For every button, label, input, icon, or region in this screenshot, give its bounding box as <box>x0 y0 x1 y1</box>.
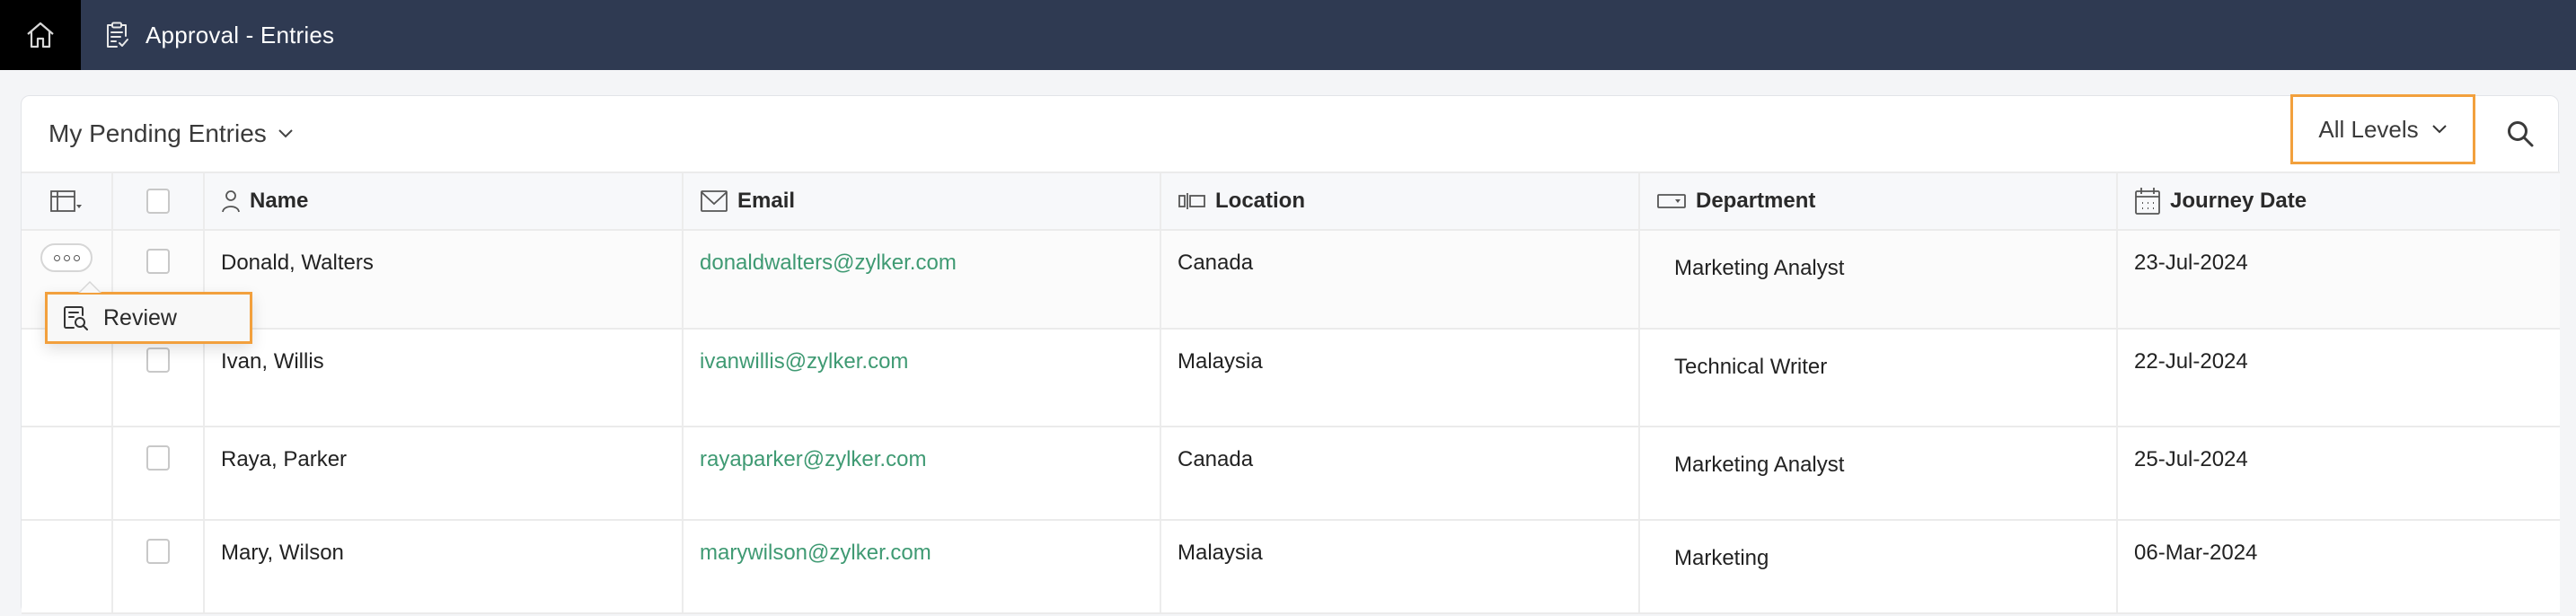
clipboard-check-icon <box>107 22 128 48</box>
chevron-down-icon <box>278 129 293 138</box>
table-row[interactable]: Raya, Parker rayaparker@zylker.com Canad… <box>22 427 2560 521</box>
dropdown-field-icon <box>1657 194 1686 208</box>
row-actions-button[interactable] <box>40 243 93 272</box>
person-icon <box>222 190 240 213</box>
column-header-name[interactable]: Name <box>205 173 684 229</box>
column-header-department[interactable]: Department <box>1640 173 2118 229</box>
email-cell: marywilson@zylker.com <box>684 521 1161 612</box>
email-cell: donaldwalters@zylker.com <box>684 231 1161 328</box>
journey-date-cell: 06-Mar-2024 <box>2134 541 2258 565</box>
row-checkbox[interactable] <box>146 445 170 471</box>
row-menu-pointer <box>78 281 101 293</box>
department-cell: Marketing Analyst <box>1640 231 2118 328</box>
column-header-label: Email <box>737 189 796 213</box>
home-icon <box>27 22 54 48</box>
mail-icon <box>701 190 728 212</box>
review-icon <box>64 306 88 330</box>
department-cell: Marketing <box>1640 521 2118 612</box>
email-link[interactable]: donaldwalters@zylker.com <box>700 251 957 276</box>
journey-date-cell: 23-Jul-2024 <box>2134 251 2248 275</box>
email-cell: rayaparker@zylker.com <box>684 427 1161 519</box>
row-actions-cell <box>22 427 113 519</box>
search-icon <box>2508 121 2534 147</box>
department-cell: Marketing Analyst <box>1640 427 2118 519</box>
select-all-header <box>113 173 205 229</box>
row-checkbox[interactable] <box>146 348 170 373</box>
row-menu-review-item[interactable]: Review <box>45 292 252 344</box>
select-all-checkbox[interactable] <box>146 189 170 214</box>
top-bar: Approval - Entries <box>0 0 2576 70</box>
name-cell: Donald, Walters <box>205 231 684 328</box>
name-cell: Raya, Parker <box>205 427 684 519</box>
card-header: My Pending Entries All Levels <box>22 94 2558 172</box>
levels-filter-label: All Levels <box>2318 115 2419 143</box>
row-select-cell <box>113 521 205 612</box>
location-cell: Canada <box>1161 231 1640 328</box>
chevron-down-icon <box>2431 125 2447 134</box>
column-header-journey-date[interactable]: Journey Date <box>2118 173 2560 229</box>
location-cell: Canada <box>1161 427 1640 519</box>
home-button[interactable] <box>0 0 81 70</box>
journey-date-cell: 25-Jul-2024 <box>2134 447 2248 471</box>
app-title-group: Approval - Entries <box>104 0 334 70</box>
table-row[interactable]: Mary, Wilson marywilson@zylker.com Malay… <box>22 521 2560 614</box>
column-header-email[interactable]: Email <box>684 173 1161 229</box>
entries-card: My Pending Entries All Levels Name Email… <box>21 94 2560 614</box>
column-header-label: Department <box>1696 189 1816 213</box>
location-cell: Malaysia <box>1161 521 1640 612</box>
email-cell: ivanwillis@zylker.com <box>684 330 1161 426</box>
column-header-location[interactable]: Location <box>1161 173 1640 229</box>
column-settings-header[interactable] <box>22 173 113 229</box>
row-checkbox[interactable] <box>146 539 170 564</box>
row-menu-review-label: Review <box>103 304 177 330</box>
email-link[interactable]: ivanwillis@zylker.com <box>700 349 908 374</box>
location-field-icon <box>1178 193 1205 209</box>
column-header-label: Journey Date <box>2170 189 2307 213</box>
column-settings-icon <box>50 190 82 212</box>
table-header: Name Email Location Department Journey D… <box>22 172 2560 231</box>
view-selector[interactable]: My Pending Entries <box>49 114 294 154</box>
journey-date-cell: 22-Jul-2024 <box>2134 349 2248 374</box>
row-actions-cell <box>22 330 113 426</box>
row-actions-cell <box>22 521 113 612</box>
levels-filter-button[interactable]: All Levels <box>2290 94 2475 164</box>
name-cell: Mary, Wilson <box>205 521 684 612</box>
email-link[interactable]: rayaparker@zylker.com <box>700 447 926 472</box>
row-select-cell <box>113 427 205 519</box>
column-header-label: Location <box>1215 189 1305 213</box>
location-cell: Malaysia <box>1161 330 1640 426</box>
department-cell: Technical Writer <box>1640 330 2118 426</box>
app-title: Approval - Entries <box>146 21 335 48</box>
calendar-icon <box>2135 188 2160 215</box>
row-checkbox[interactable] <box>146 249 170 274</box>
column-header-label: Name <box>250 189 309 213</box>
view-selector-label: My Pending Entries <box>49 119 267 147</box>
search-button[interactable] <box>2501 114 2540 154</box>
table-row[interactable]: Donald, Walters donaldwalters@zylker.com… <box>22 231 2560 330</box>
name-cell: Ivan, Willis <box>205 330 684 426</box>
table-row[interactable]: Ivan, Willis ivanwillis@zylker.com Malay… <box>22 330 2560 427</box>
row-select-cell <box>113 330 205 426</box>
email-link[interactable]: marywilson@zylker.com <box>700 541 931 566</box>
